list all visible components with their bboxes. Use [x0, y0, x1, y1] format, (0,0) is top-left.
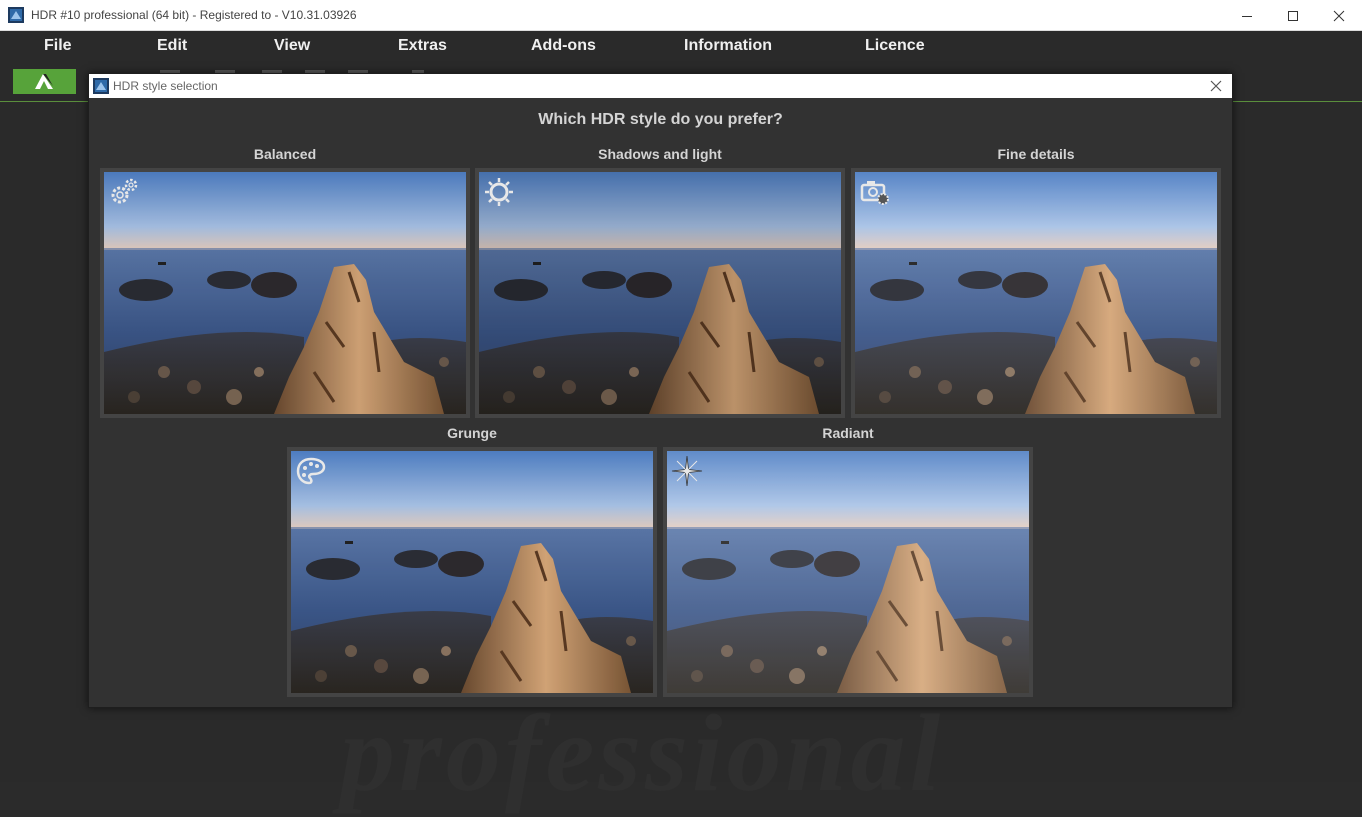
minimize-icon: [1242, 15, 1252, 17]
hdr-style-dialog: HDR style selection Which HDR style do y…: [88, 73, 1233, 708]
window-title-bar: HDR #10 professional (64 bit) - Register…: [0, 0, 1362, 31]
app-icon: [8, 7, 24, 23]
maximize-button[interactable]: [1270, 0, 1316, 31]
sun-icon: [485, 178, 513, 206]
dialog-app-icon: [93, 78, 109, 94]
new-project-button[interactable]: [13, 69, 76, 94]
logo-icon: [35, 74, 53, 89]
dialog-question: Which HDR style do you prefer?: [538, 111, 783, 128]
menu-edit[interactable]: Edit: [157, 37, 187, 55]
style-card-fine-details[interactable]: [851, 168, 1221, 418]
balanced-preview-image: [104, 172, 466, 414]
shadows-and-light-preview-image: [479, 172, 841, 414]
fine-details-preview-image: [855, 172, 1217, 414]
palette-icon: [296, 457, 326, 485]
style-label-radiant: Radiant: [822, 425, 874, 441]
gears-icon: [111, 178, 138, 204]
style-card-shadows-and-light[interactable]: [475, 168, 845, 418]
menu-bar: File Edit View Extras Add-ons Informatio…: [0, 31, 1362, 64]
camera-settings-icon: [860, 181, 889, 205]
menu-file[interactable]: File: [44, 37, 72, 55]
style-label-shadows-and-light: Shadows and light: [598, 146, 722, 162]
menu-add-ons[interactable]: Add-ons: [531, 37, 596, 55]
radiant-preview-image: [667, 451, 1029, 693]
close-icon: [1333, 10, 1345, 21]
menu-information[interactable]: Information: [684, 37, 772, 55]
maximize-icon: [1288, 10, 1298, 21]
dialog-title: HDR style selection: [113, 79, 218, 93]
dialog-close-icon[interactable]: [1208, 78, 1224, 94]
watermark: professional: [340, 692, 945, 814]
grunge-preview-image: [291, 451, 653, 693]
menu-extras[interactable]: Extras: [398, 37, 447, 55]
minimize-button[interactable]: [1224, 0, 1270, 31]
close-button[interactable]: [1316, 0, 1362, 31]
style-card-balanced[interactable]: [100, 168, 470, 418]
sparkle-icon: [671, 455, 703, 487]
menu-view[interactable]: View: [274, 37, 310, 55]
style-card-radiant[interactable]: [663, 447, 1033, 697]
menu-licence[interactable]: Licence: [865, 37, 925, 55]
style-label-balanced: Balanced: [253, 146, 317, 162]
style-card-grunge[interactable]: [287, 447, 657, 697]
style-label-fine-details: Fine details: [997, 146, 1075, 162]
window-title: HDR #10 professional (64 bit) - Register…: [31, 8, 357, 22]
dialog-title-bar: HDR style selection: [89, 74, 1232, 98]
style-label-grunge: Grunge: [447, 425, 497, 441]
